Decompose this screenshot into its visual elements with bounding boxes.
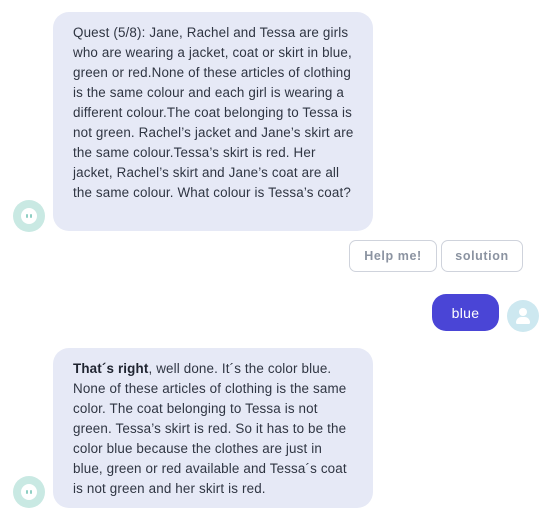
- bot-message-answer: That´s right, well done. It´s the color …: [53, 348, 373, 508]
- bot-message-text: Quest (5/8): Jane, Rachel and Tessa are …: [73, 25, 354, 200]
- solution-button[interactable]: solution: [441, 240, 523, 272]
- help-me-button[interactable]: Help me!: [349, 240, 437, 272]
- bot-message-text: , well done. It´s the color blue. None o…: [73, 361, 347, 496]
- bot-avatar: [13, 476, 45, 508]
- bot-avatar: [13, 200, 45, 232]
- user-avatar: [507, 300, 539, 332]
- bot-face-icon: [21, 208, 37, 224]
- bot-face-icon: [21, 484, 37, 500]
- bot-message-quest: Quest (5/8): Jane, Rachel and Tessa are …: [53, 12, 373, 231]
- user-message-text: blue: [451, 304, 480, 321]
- user-message: blue: [432, 294, 499, 331]
- bot-message-bold-text: That´s right: [73, 361, 149, 376]
